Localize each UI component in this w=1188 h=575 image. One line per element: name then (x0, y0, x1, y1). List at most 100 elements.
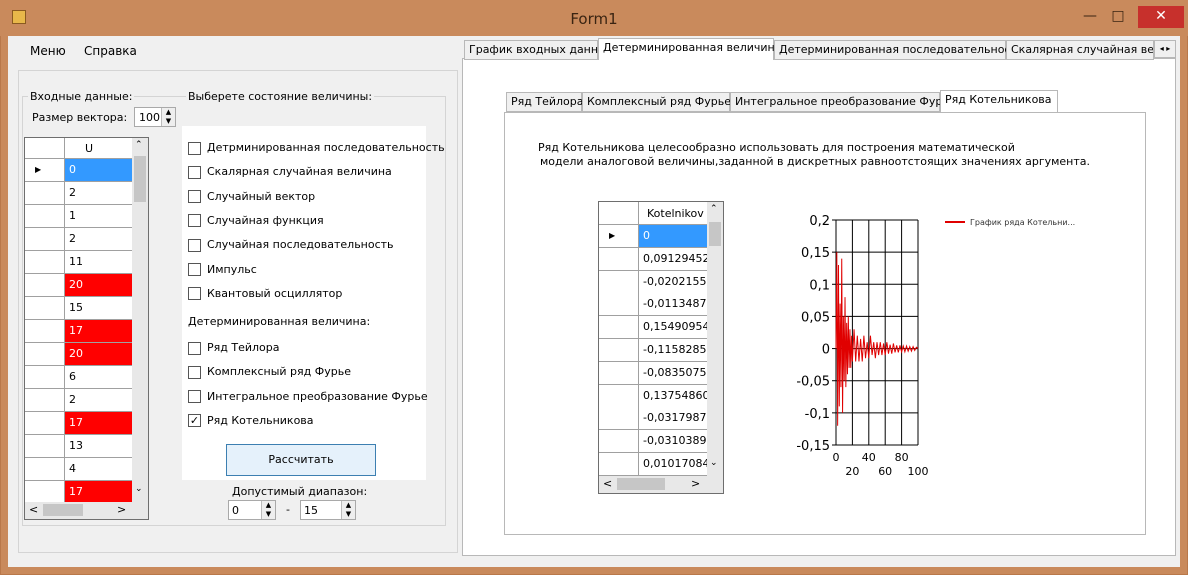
input-grid-cell[interactable]: 11 (65, 251, 132, 273)
kotelnikov-grid-row[interactable]: -0,11582857 (599, 339, 707, 362)
calculate-button[interactable]: Рассчитать (226, 444, 376, 476)
kot-scroll-up-icon[interactable]: ⌃ (710, 204, 718, 214)
kotelnikov-vscroll-thumb[interactable] (709, 222, 721, 246)
input-grid-cell[interactable]: 2 (65, 389, 132, 411)
scroll-right-icon[interactable]: > (117, 503, 126, 516)
det-checkbox-row[interactable]: Ряд Тейлора (188, 338, 279, 358)
tab-scalar-random[interactable]: Скалярная случайная вели (1006, 40, 1154, 60)
scroll-left-icon[interactable]: < (29, 503, 38, 516)
kotelnikov-grid-cell[interactable]: -0,03179872 (639, 407, 707, 429)
row-header[interactable] (25, 274, 65, 296)
row-header[interactable] (599, 453, 639, 475)
kotelnikov-grid-cell[interactable]: 0,01017084 (639, 453, 707, 475)
row-header[interactable] (25, 389, 65, 411)
kotelnikov-grid-cell[interactable]: 0 (639, 225, 707, 247)
kotelnikov-grid-row[interactable]: -0,08350750 (599, 361, 707, 385)
range-to-spinner[interactable]: ▲ ▼ (341, 501, 355, 519)
state-checkbox-row[interactable]: Случайная функция (188, 211, 324, 231)
subtab-kotelnikov[interactable]: Ряд Котельникова (940, 90, 1058, 112)
kotelnikov-grid-cell[interactable]: 0,09129452 (639, 248, 707, 270)
input-grid-cell[interactable]: 15 (65, 297, 132, 319)
state-checkbox[interactable] (188, 214, 201, 228)
kotelnikov-grid-cell[interactable]: -0,08350750 (639, 362, 707, 384)
input-grid-vscroll[interactable]: ⌃ ⌄ (132, 138, 148, 502)
row-header[interactable] (25, 435, 65, 457)
kotelnikov-grid-cell[interactable]: 0,15490954 (639, 316, 707, 338)
row-header[interactable] (599, 270, 639, 293)
kot-scroll-left-icon[interactable]: < (603, 477, 612, 490)
det-checkbox[interactable] (188, 390, 201, 404)
kot-scroll-right-icon[interactable]: > (691, 477, 700, 490)
input-grid-row[interactable]: 2 (25, 182, 132, 205)
kotelnikov-hscroll-thumb[interactable] (617, 478, 665, 490)
input-grid-hscroll-thumb[interactable] (43, 504, 83, 516)
row-header[interactable] (599, 430, 639, 453)
kotelnikov-grid-row[interactable]: 0,13754860 (599, 384, 707, 408)
kotelnikov-grid-hscroll[interactable]: < > (599, 476, 723, 493)
kotelnikov-grid-row[interactable]: 0,15490954 (599, 316, 707, 340)
state-checkbox-row[interactable]: Скалярная случайная величина (188, 162, 392, 182)
state-checkbox-row[interactable]: Случайный вектор (188, 187, 315, 207)
kotelnikov-grid-cell[interactable]: 0,13754860 (639, 385, 707, 407)
scroll-up-icon[interactable]: ⌃ (135, 140, 143, 150)
row-header[interactable] (599, 316, 639, 339)
range-to-input[interactable]: 15 ▲ ▼ (300, 500, 356, 520)
kotelnikov-grid-cell[interactable]: -0,03103894 (639, 430, 707, 452)
input-grid-cell[interactable]: 2 (65, 182, 132, 204)
input-grid-cell[interactable]: 0 (65, 159, 132, 181)
row-header[interactable] (599, 247, 639, 270)
row-header[interactable] (25, 412, 65, 434)
tab-det-sequence[interactable]: Детерминированная последовательность (774, 40, 1023, 60)
vector-size-spinner[interactable]: ▲ ▼ (161, 108, 175, 126)
row-header[interactable] (599, 407, 639, 430)
input-grid-cell[interactable]: 2 (65, 228, 132, 250)
input-grid-hscroll[interactable]: < > (25, 502, 148, 519)
kotelnikov-grid-row[interactable]: 0,01017084 (599, 453, 707, 476)
minimize-button[interactable]: — (1076, 6, 1104, 28)
tab-scroll-arrows[interactable]: ◂ ▸ (1154, 40, 1176, 58)
input-grid-row[interactable]: 6 (25, 366, 132, 389)
input-grid-row[interactable]: 20 (25, 274, 132, 297)
kot-scroll-down-icon[interactable]: ⌄ (710, 458, 718, 468)
tab-input-chart[interactable]: График входных данных (464, 40, 613, 60)
input-grid-cell[interactable]: 17 (65, 412, 132, 434)
tab-det-value[interactable]: Детерминированная величина (598, 38, 782, 60)
input-grid-cell[interactable]: 1 (65, 205, 132, 227)
state-checkbox[interactable] (188, 238, 201, 252)
kotelnikov-grid-row[interactable]: -0,02021555 (599, 270, 707, 294)
subtab-taylor[interactable]: Ряд Тейлора (506, 92, 583, 112)
input-grid-vscroll-thumb[interactable] (134, 156, 146, 202)
state-checkbox[interactable] (188, 287, 201, 301)
input-grid-row[interactable]: 4 (25, 458, 132, 481)
input-grid-row[interactable]: 2 (25, 228, 132, 251)
state-checkbox[interactable] (188, 165, 201, 179)
det-checkbox[interactable] (188, 365, 201, 379)
kotelnikov-grid-row[interactable]: -0,03179872 (599, 407, 707, 431)
det-checkbox[interactable]: ✓ (188, 414, 201, 428)
row-header[interactable] (25, 228, 65, 250)
input-grid-row[interactable]: 17 (25, 412, 132, 435)
input-grid-col-u[interactable]: U (65, 138, 132, 158)
state-checkbox-row[interactable]: Детрминированная последовательность (188, 138, 445, 158)
det-checkbox-row[interactable]: Комплексный ряд Фурье (188, 362, 351, 382)
row-header[interactable]: ▶ (599, 225, 639, 247)
input-grid-row[interactable]: 13 (25, 435, 132, 458)
row-header[interactable] (25, 458, 65, 480)
row-header[interactable]: ▶ (25, 159, 65, 181)
input-grid-cell[interactable]: 6 (65, 366, 132, 388)
row-header[interactable] (25, 251, 65, 273)
input-grid-cell[interactable]: 4 (65, 458, 132, 480)
input-grid-cell[interactable]: 17 (65, 320, 132, 342)
state-checkbox-row[interactable]: Импульс (188, 260, 257, 280)
state-checkbox-row[interactable]: Квантовый осциллятор (188, 284, 342, 304)
input-data-grid[interactable]: U ▶ 0 2 1 2 11 20 15 17 20 6 2 17 13 4 17 ⌃ ⌄ < > (24, 137, 149, 520)
row-header[interactable] (25, 297, 65, 319)
input-grid-row[interactable]: 1 (25, 205, 132, 228)
kotelnikov-grid-row[interactable]: ▶ 0 (599, 225, 707, 248)
subtab-complex-fourier[interactable]: Комплексный ряд Фурье (582, 92, 731, 112)
subtab-integral-fourier[interactable]: Интегральное преобразование Фурье (730, 92, 956, 112)
input-grid-row[interactable]: 20 (25, 343, 132, 366)
state-checkbox[interactable] (188, 190, 201, 204)
maximize-button[interactable]: □ (1104, 6, 1132, 28)
kotelnikov-grid-row[interactable]: -0,01134875 (599, 293, 707, 317)
